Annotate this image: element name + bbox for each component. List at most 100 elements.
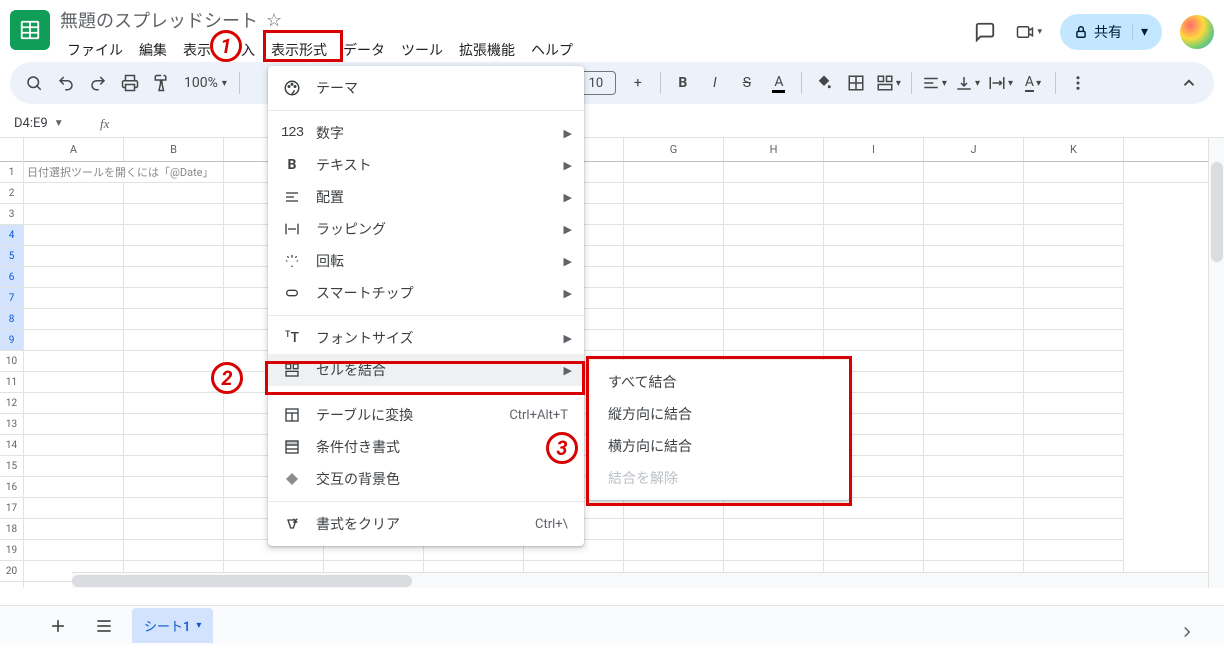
menu-text[interactable]: Bテキスト▶ (268, 149, 584, 181)
menu-clear-format[interactable]: 書式をクリアCtrl+\ (268, 508, 584, 540)
explore-icon[interactable] (1178, 623, 1196, 641)
menu-number[interactable]: 123数字▶ (268, 117, 584, 149)
menu-extensions[interactable]: 拡張機能 (452, 36, 522, 64)
cell[interactable] (924, 540, 1024, 561)
cell[interactable] (124, 183, 224, 204)
cell[interactable] (1024, 288, 1124, 309)
cell[interactable] (1024, 414, 1124, 435)
italic-icon[interactable]: I (701, 69, 729, 97)
paint-format-icon[interactable] (148, 69, 176, 97)
row-header[interactable]: 12 (0, 393, 23, 414)
cell[interactable] (24, 456, 124, 477)
cell[interactable] (24, 372, 124, 393)
row-header[interactable]: 20 (0, 561, 23, 582)
cell[interactable] (624, 162, 724, 183)
cell[interactable] (824, 225, 924, 246)
cell[interactable] (1024, 267, 1124, 288)
merge-vertical[interactable]: 縦方向に結合 (588, 398, 850, 430)
cell[interactable] (624, 540, 724, 561)
cell[interactable] (724, 330, 824, 351)
cell[interactable] (124, 393, 224, 414)
cell[interactable] (624, 204, 724, 225)
cell[interactable] (24, 519, 124, 540)
cell[interactable] (1024, 372, 1124, 393)
text-color-icon[interactable]: A (765, 69, 793, 97)
star-icon[interactable]: ☆ (266, 10, 282, 31)
menu-wrapping[interactable]: ラッピング▶ (268, 213, 584, 245)
avatar[interactable] (1180, 15, 1214, 49)
cell[interactable] (1024, 456, 1124, 477)
cell[interactable] (1024, 540, 1124, 561)
cell[interactable] (24, 225, 124, 246)
rotate-text-icon[interactable]: A▾ (1019, 69, 1047, 97)
menu-format[interactable]: 表示形式 (264, 36, 334, 64)
select-all-corner[interactable] (0, 138, 23, 162)
cell[interactable] (924, 204, 1024, 225)
cell[interactable] (24, 351, 124, 372)
menu-conditional[interactable]: 条件付き書式 (268, 431, 584, 463)
share-chevron-icon[interactable]: ▾ (1132, 24, 1156, 40)
sheet-tab[interactable]: シート1▾ (132, 608, 213, 643)
menu-theme[interactable]: テーマ (268, 72, 584, 104)
cell[interactable] (924, 393, 1024, 414)
name-box[interactable]: D4:E9 ▼ (10, 116, 90, 131)
cell[interactable] (824, 288, 924, 309)
cell[interactable] (724, 519, 824, 540)
row-header[interactable]: 2 (0, 183, 23, 204)
scrollbar-horizontal[interactable] (72, 572, 1208, 588)
cell[interactable] (24, 414, 124, 435)
meet-icon[interactable]: ▾ (1016, 19, 1042, 45)
cell[interactable]: 日付選択ツールを開くには「@Date」 (24, 162, 224, 183)
cell[interactable] (924, 519, 1024, 540)
cell[interactable] (1024, 393, 1124, 414)
cell[interactable] (124, 267, 224, 288)
cell[interactable] (924, 183, 1024, 204)
cell[interactable] (724, 498, 824, 519)
fx-icon[interactable]: fx (100, 116, 109, 132)
column-header[interactable]: K (1024, 138, 1124, 161)
undo-icon[interactable] (52, 69, 80, 97)
cell[interactable] (124, 225, 224, 246)
cell[interactable] (1024, 246, 1124, 267)
cell[interactable] (124, 435, 224, 456)
row-header[interactable]: 13 (0, 414, 23, 435)
borders-icon[interactable] (842, 69, 870, 97)
column-header[interactable]: A (24, 138, 124, 161)
cell[interactable] (724, 309, 824, 330)
bold-icon[interactable]: B (669, 69, 697, 97)
cell[interactable] (24, 267, 124, 288)
cell[interactable] (624, 246, 724, 267)
cell[interactable] (824, 330, 924, 351)
sheets-logo[interactable] (10, 10, 50, 50)
cell[interactable] (1024, 519, 1124, 540)
cell[interactable] (924, 246, 1024, 267)
column-header[interactable]: G (624, 138, 724, 161)
cell[interactable] (124, 351, 224, 372)
cell[interactable] (24, 183, 124, 204)
cell[interactable] (824, 498, 924, 519)
cell[interactable] (24, 204, 124, 225)
cell[interactable] (624, 498, 724, 519)
cell[interactable] (1024, 498, 1124, 519)
cell[interactable] (124, 498, 224, 519)
cell[interactable] (624, 225, 724, 246)
cell[interactable] (924, 414, 1024, 435)
cell[interactable] (924, 435, 1024, 456)
cell[interactable] (724, 540, 824, 561)
cell[interactable] (824, 183, 924, 204)
cell[interactable] (1024, 162, 1124, 183)
scrollbar-vertical[interactable] (1208, 138, 1224, 588)
menu-tools[interactable]: ツール (394, 36, 450, 64)
add-sheet-icon[interactable] (40, 610, 76, 642)
cell[interactable] (924, 225, 1024, 246)
cell[interactable] (924, 351, 1024, 372)
cell[interactable] (124, 372, 224, 393)
row-header[interactable]: 4 (0, 225, 23, 246)
cell[interactable] (724, 183, 824, 204)
menu-edit[interactable]: 編集 (132, 36, 174, 64)
cell[interactable] (1024, 204, 1124, 225)
cell[interactable] (824, 519, 924, 540)
merge-all[interactable]: すべて結合 (588, 366, 850, 398)
cell[interactable] (124, 330, 224, 351)
cell[interactable] (724, 267, 824, 288)
